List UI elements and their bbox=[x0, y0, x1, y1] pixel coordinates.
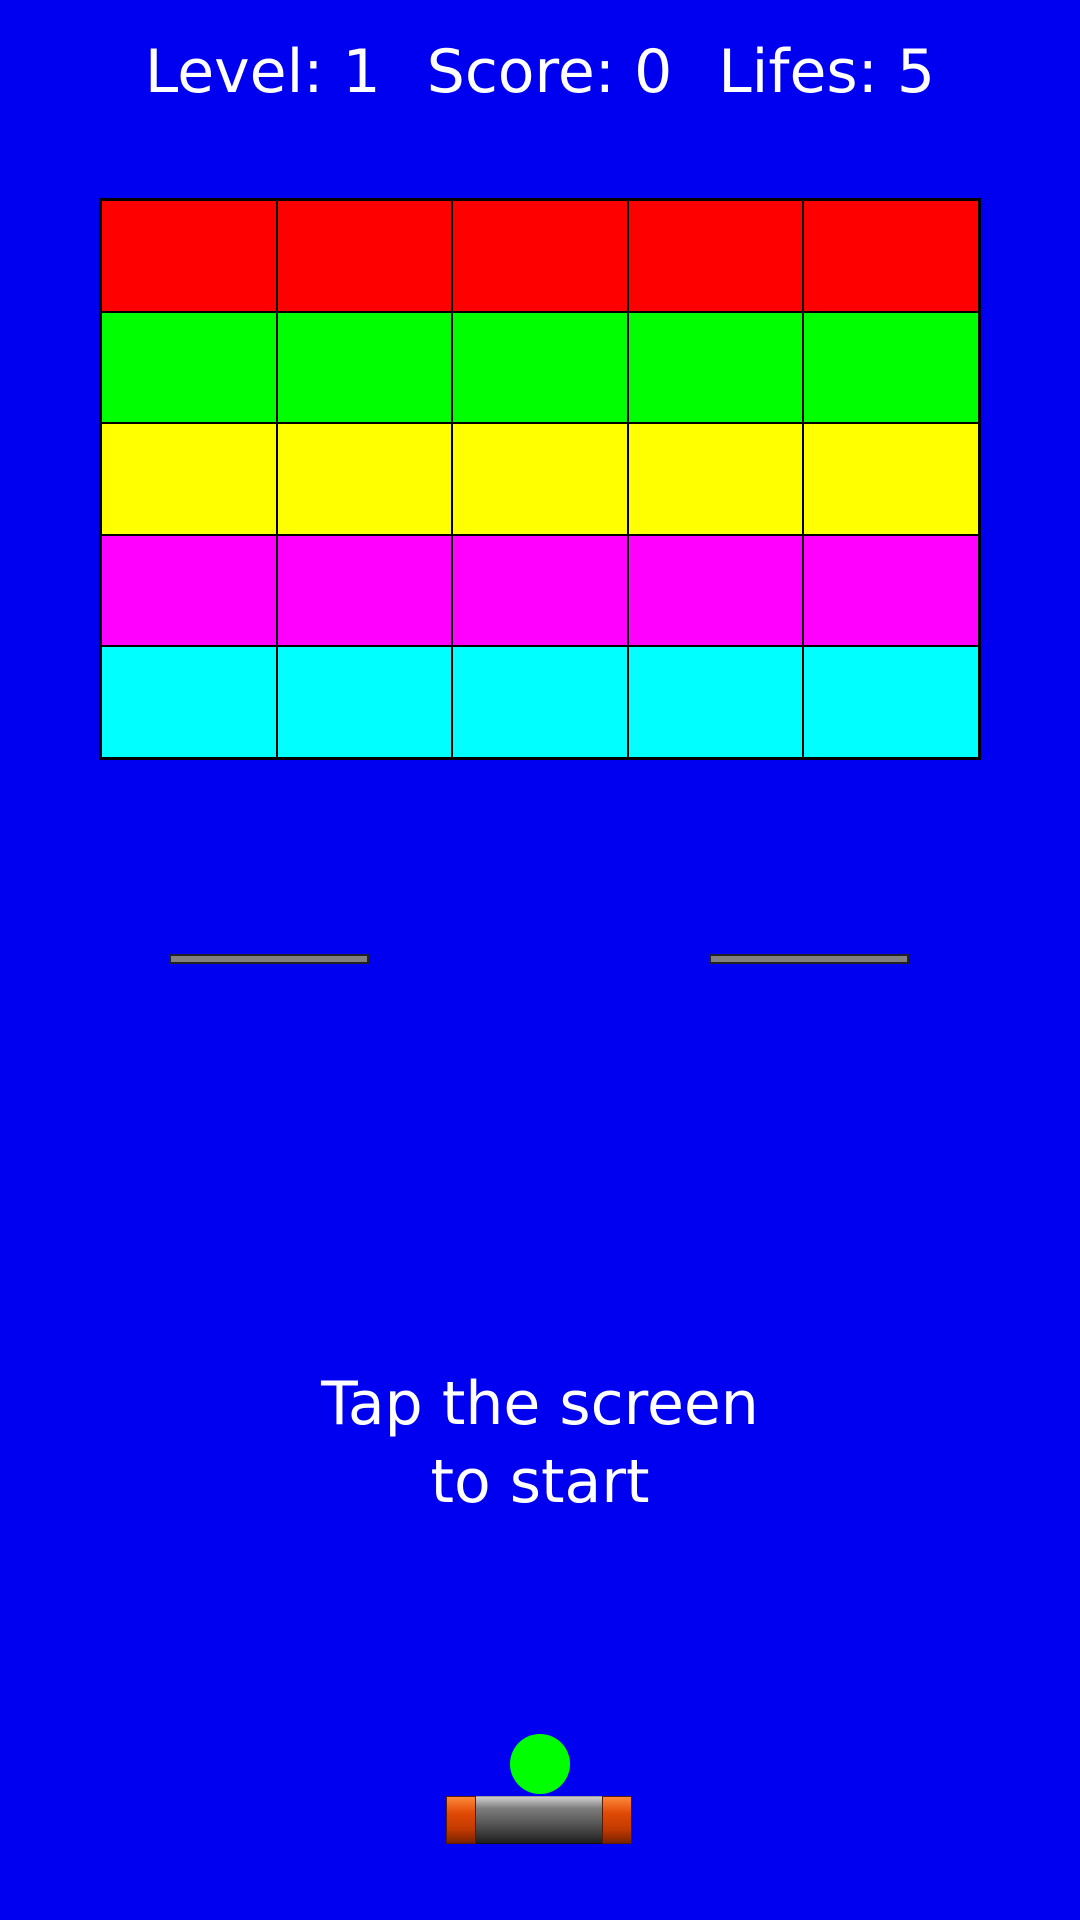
brick bbox=[276, 200, 453, 312]
start-prompt-line-2: to start bbox=[430, 1447, 650, 1517]
brick bbox=[452, 646, 628, 758]
brick bbox=[803, 311, 979, 424]
brick bbox=[101, 646, 277, 758]
brick bbox=[452, 534, 628, 647]
brick bbox=[101, 423, 277, 535]
brick bbox=[803, 646, 979, 758]
brick bbox=[276, 423, 453, 535]
brick bbox=[101, 200, 277, 312]
brick bbox=[452, 311, 628, 424]
brick bbox=[276, 646, 453, 758]
brick bbox=[627, 200, 804, 312]
brick bbox=[803, 423, 979, 535]
brick bbox=[452, 423, 628, 535]
barrier-right bbox=[709, 954, 909, 964]
brick bbox=[803, 534, 979, 647]
brick-wall bbox=[99, 198, 981, 760]
hud: Level: 1 Score: 0 Lifes: 5 bbox=[0, 34, 1080, 110]
paddle-body bbox=[476, 1796, 602, 1844]
brick bbox=[276, 534, 453, 647]
brick bbox=[803, 200, 979, 312]
paddle-left-cap bbox=[446, 1796, 476, 1844]
lifes-display: Lifes: 5 bbox=[718, 37, 936, 107]
level-display: Level: 1 bbox=[144, 37, 381, 107]
brick bbox=[627, 534, 804, 647]
game-canvas[interactable]: Level: 1 Score: 0 Lifes: 5 Tap the screen … bbox=[0, 0, 1080, 1920]
start-prompt-line-1: Tap the screen bbox=[321, 1369, 759, 1439]
paddle[interactable] bbox=[446, 1796, 632, 1844]
score-display: Score: 0 bbox=[426, 37, 673, 107]
barrier-left bbox=[169, 954, 369, 964]
brick bbox=[101, 534, 277, 647]
brick bbox=[276, 311, 453, 424]
brick bbox=[101, 311, 277, 424]
brick bbox=[627, 423, 804, 535]
start-prompt: Tap the screen to start bbox=[0, 1365, 1080, 1521]
ball bbox=[510, 1734, 570, 1794]
brick bbox=[627, 646, 804, 758]
brick bbox=[627, 311, 804, 424]
brick bbox=[452, 200, 628, 312]
paddle-right-cap bbox=[602, 1796, 632, 1844]
